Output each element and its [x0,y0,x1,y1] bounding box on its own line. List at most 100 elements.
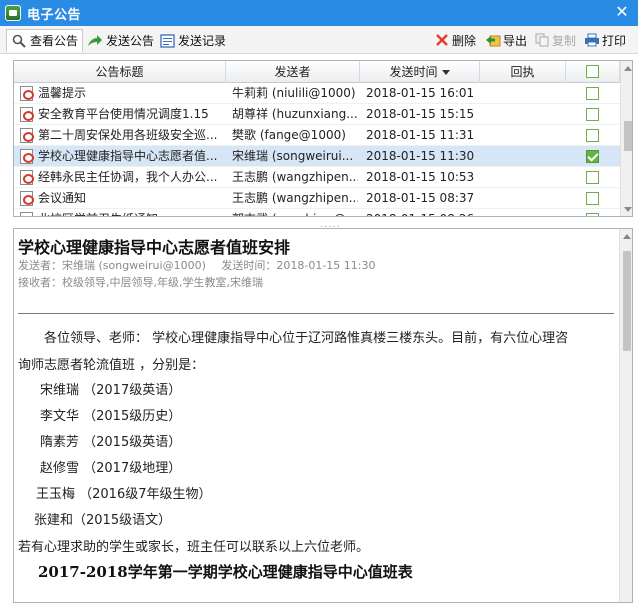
send-arrow-icon [87,33,103,49]
notice-meta-line: 发送者：宋维瑞 (songweirui@1000) 发送时间：2018-01-1… [18,257,375,273]
schedule-heading: 2017-2018学年第一学期学校心理健康指导中心值班表 [38,563,413,581]
scroll-up-arrow-icon[interactable] [624,66,632,71]
notice-title-cell: 经韩永民主任协调，我个人办公... [38,170,218,184]
column-header-sender[interactable]: 发送者 [226,61,360,83]
notice-title: 学校心理健康指导中心志愿者值班安排 [18,238,291,257]
notice-title-cell: 第二十周安保处用各班级安全巡... [38,128,218,142]
notice-row[interactable]: 第二十周安保处用各班级安全巡... 樊歌 (fange@1000) 2018-01-… [14,125,620,146]
notice-row[interactable]: 北校区学前卫生纸通知 郭志武 (guozhiwu@... 2018-01-15 08… [14,209,620,216]
notice-sender-cell: 樊歌 (fange@1000) [232,128,346,142]
notice-row[interactable]: 经韩永民主任协调，我个人办公... 王志鹏 (wangzhipen... 2018-… [14,167,620,188]
notice-sender-cell: 王志鹏 (wangzhipen... [232,170,358,184]
notice-receivers: 接收者：校级领导,中层领导,年级,学生教室,宋维瑞 [18,276,263,289]
notice-time-cell: 2018-01-15 16:01 [366,86,475,100]
delete-label: 删除 [452,33,477,48]
receipt-checkbox[interactable] [586,171,599,184]
closing-paragraph: 若有心理求助的学生或家长，班主任可以联系以上六位老师。 [18,540,370,555]
column-header-receipt[interactable]: 回执 [480,61,566,83]
toolbar: 查看公告 发送公告 发送记录 删除 导出 复制 打印 [0,26,638,54]
export-label: 导出 [503,33,528,48]
notice-sender-cell: 宋维瑞 (songweirui... [232,149,354,163]
notice-time-cell: 2018-01-15 11:31 [366,128,475,142]
notice-title-cell: 学校心理健康指导中心志愿者值... [38,149,218,163]
notice-doc-icon [20,212,33,216]
magnifier-icon [11,33,27,49]
notice-title-cell: 会议通知 [38,191,87,205]
notice-title-cell: 温馨提示 [38,86,87,100]
scroll-down-arrow-icon[interactable] [624,207,632,212]
notice-sender-cell: 王志鹏 (wangzhipen... [232,191,358,205]
column-header-title[interactable]: 公告标题 [14,61,226,83]
notice-doc-icon [20,86,34,101]
close-icon[interactable]: ✕ [612,2,632,22]
body-paragraph-line: 各位领导、老师： 学校心理健康指导中心位于辽河路惟真楼三楼东头。目前，有六位心理… [44,331,569,346]
notice-time: 发送时间：2018-01-15 11:30 [221,259,376,272]
notice-doc-icon [20,191,34,206]
notice-preview-pane: 学校心理健康指导中心志愿者值班安排 发送者：宋维瑞 (songweirui@10… [13,228,633,603]
notice-doc-icon [20,107,34,122]
export-button[interactable]: 导出 [485,30,527,50]
sort-desc-icon [441,70,450,75]
print-label: 打印 [602,33,627,48]
notice-row[interactable]: 安全教育平台使用情况调度1.15 胡尊祥 (huzunxiang... 2018-0… [14,104,620,125]
export-icon [485,32,501,48]
tab-send-records[interactable]: 发送记录 [154,29,231,52]
notice-doc-icon [20,128,34,143]
copy-button[interactable]: 复制 [534,30,576,50]
notice-doc-icon [20,149,34,164]
notice-row[interactable]: 温馨提示 牛莉莉 (niulili@1000) 2018-01-15 16:01 [14,83,620,104]
notice-time-cell: 2018-01-15 10:53 [366,170,475,184]
print-button[interactable]: 打印 [584,30,626,50]
receipt-checkbox[interactable] [586,129,599,142]
window-title: 电子公告 [27,7,82,23]
copy-label: 复制 [552,33,577,48]
staff-item: 张建和（2015级语文） [34,513,172,528]
staff-item: 宋维瑞 （2017级英语） [40,383,182,398]
notice-sender-cell: 郭志武 (guozhiwu@... [232,209,358,216]
staff-item: 隋素芳 （2015级英语） [40,435,182,450]
delete-x-icon [434,32,450,48]
grid-header: 公告标题 发送者 发送时间 回执 [14,61,632,83]
receipt-checkbox[interactable] [586,192,599,205]
notice-time-cell: 2018-01-15 11:30 [366,149,475,163]
staff-item: 王玉梅 （2016级7年级生物） [36,487,212,502]
record-list-icon [159,33,175,49]
column-header-time-label: 发送时间 [389,65,438,79]
scroll-up-arrow-icon[interactable] [623,234,631,239]
notice-row[interactable]: 学校心理健康指导中心志愿者值... 宋维瑞 (songweirui... 2018-… [14,146,620,167]
scrollbar-thumb[interactable] [623,251,631,351]
preview-scrollbar[interactable] [619,229,632,602]
tab-send-notice[interactable]: 发送公告 [82,29,159,52]
notice-time-cell: 2018-01-15 15:15 [366,107,475,121]
divider [18,313,614,314]
body-paragraph-line: 询师志愿者轮流值班 ，分别是： [18,358,205,373]
receipt-checkbox[interactable] [586,108,599,121]
copy-icon [534,32,550,48]
app-icon [5,5,21,21]
tab-label: 发送记录 [178,34,227,48]
column-header-time[interactable]: 发送时间 [360,61,480,83]
notice-title-cell: 安全教育平台使用情况调度1.15 [38,107,209,121]
notice-sender-cell: 胡尊祥 (huzunxiang... [232,107,358,121]
receipt-checkbox[interactable] [586,87,599,100]
printer-icon [584,32,600,48]
tab-label: 查看公告 [30,34,79,48]
grid-scrollbar[interactable] [620,61,632,216]
delete-button[interactable]: 删除 [434,30,476,50]
receipt-checkbox[interactable] [586,150,599,163]
notice-time-cell: 2018-01-15 08:26 [366,209,478,216]
staff-item: 李文华 （2015级历史） [40,409,182,424]
notice-sender-cell: 牛莉莉 (niulili@1000) [232,86,356,100]
tab-label: 发送公告 [106,34,155,48]
staff-item: 赵修雪 （2017级地理） [40,461,182,476]
scrollbar-thumb[interactable] [624,121,632,151]
column-header-checkbox[interactable] [566,61,620,83]
notice-title-cell: 北校区学前卫生纸通知 [38,209,224,216]
tab-view-notices[interactable]: 查看公告 [6,29,84,52]
notice-doc-icon [20,170,34,185]
notice-time-cell: 2018-01-15 08:37 [366,191,475,205]
select-all-checkbox[interactable] [586,65,599,78]
notice-row[interactable]: 会议通知 王志鹏 (wangzhipen... 2018-01-15 08:37 [14,188,620,209]
receipt-checkbox[interactable] [586,213,599,216]
notice-sender: 发送者：宋维瑞 (songweirui@1000) [18,259,206,272]
